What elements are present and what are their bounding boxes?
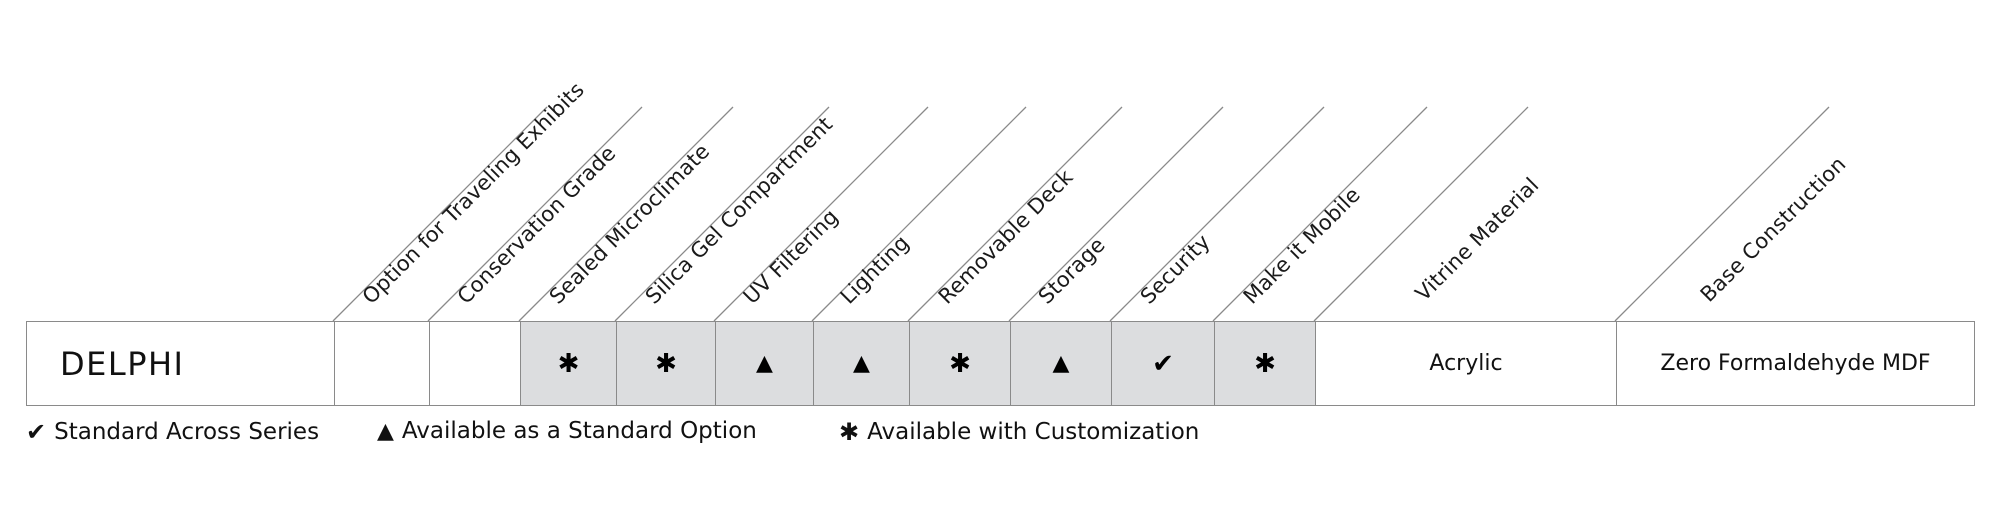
product-name-cell: DELPHI — [27, 322, 334, 405]
cell-make-it-mobile: ✱ — [1214, 322, 1315, 405]
asterisk-icon: ✱ — [655, 348, 677, 379]
cell-traveling-exhibits — [334, 322, 429, 405]
cell-conservation-grade — [429, 322, 520, 405]
header-diagonal-lines — [332, 106, 1830, 322]
cell-security: ✔ — [1111, 322, 1214, 405]
cell-lighting: ▲ — [813, 322, 909, 405]
check-icon: ✔ — [1152, 348, 1174, 379]
cell-base-construction: Zero Formaldehyde MDF — [1616, 322, 1974, 405]
legend-label: Standard Across Series — [54, 419, 320, 445]
feature-table-row: DELPHI ✱ ✱ ▲ ▲ ✱ ▲ ✔ ✱ Acrylic Zero Form… — [26, 321, 1975, 406]
cell-uv-filtering: ▲ — [715, 322, 813, 405]
legend-label: Available as a Standard Option — [401, 418, 757, 444]
cell-vitrine-material: Acrylic — [1315, 322, 1616, 405]
cell-storage: ▲ — [1010, 322, 1111, 405]
product-name: DELPHI — [60, 344, 185, 383]
asterisk-icon: ✱ — [949, 348, 971, 379]
legend-label: Available with Customization — [867, 419, 1200, 445]
asterisk-icon: ✱ — [839, 418, 860, 446]
cell-removable-deck: ✱ — [909, 322, 1010, 405]
cell-sealed-microclimate: ✱ — [520, 322, 616, 405]
legend-item-standard-option: ▲ Available as a Standard Option — [377, 418, 757, 444]
triangle-icon: ▲ — [1052, 351, 1070, 376]
legend-item-customization: ✱ Available with Customization — [839, 418, 1199, 446]
cell-silica-gel: ✱ — [616, 322, 715, 405]
check-icon: ✔ — [26, 418, 47, 446]
cell-value: Acrylic — [1429, 351, 1503, 376]
triangle-icon: ▲ — [377, 418, 394, 444]
cell-value: Zero Formaldehyde MDF — [1660, 351, 1931, 376]
legend-item-standard-across-series: ✔ Standard Across Series — [26, 418, 319, 446]
asterisk-icon: ✱ — [557, 348, 580, 379]
triangle-icon: ▲ — [756, 351, 773, 376]
asterisk-icon: ✱ — [1254, 348, 1276, 379]
triangle-icon: ▲ — [853, 351, 870, 376]
